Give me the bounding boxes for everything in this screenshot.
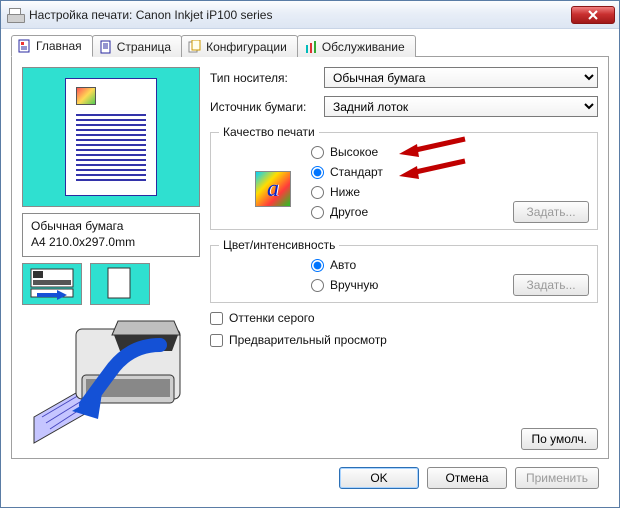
tab-config-icon — [188, 40, 202, 54]
tab-main[interactable]: Главная — [11, 35, 93, 57]
quality-low[interactable]: Ниже — [311, 185, 589, 199]
media-type-label: Тип носителя: — [210, 71, 318, 85]
quality-standard-label: Стандарт — [330, 165, 383, 179]
color-set-button[interactable]: Задать... — [513, 274, 589, 296]
close-button[interactable] — [571, 6, 615, 24]
quality-high-label: Высокое — [330, 145, 378, 159]
quality-low-radio[interactable] — [311, 186, 324, 199]
defaults-row: По умолч. — [210, 428, 598, 450]
media-info-line2: A4 210.0x297.0mm — [31, 234, 191, 250]
media-info-line1: Обычная бумага — [31, 218, 191, 234]
preview-column: Обычная бумага A4 210.0x297.0mm — [22, 67, 200, 450]
tab-page-icon — [99, 40, 113, 54]
color-manual-label: Вручную — [330, 278, 378, 292]
tab-panel-main: Обычная бумага A4 210.0x297.0mm — [11, 56, 609, 459]
quality-other-radio[interactable] — [311, 206, 324, 219]
preview-checkbox-row[interactable]: Предварительный просмотр — [210, 333, 598, 347]
tab-strip: Главная Страница Конфигурации Обслуживан… — [11, 35, 609, 57]
quality-group: Качество печати a Высокое Стандарт — [210, 125, 598, 230]
orientation-portrait[interactable] — [90, 263, 150, 305]
tab-page[interactable]: Страница — [92, 35, 182, 57]
orientation-row — [22, 263, 200, 305]
paper-source-label: Источник бумаги: — [210, 100, 318, 114]
client-area: Главная Страница Конфигурации Обслуживан… — [1, 29, 619, 507]
color-auto-label: Авто — [330, 258, 356, 272]
media-type-row: Тип носителя: Обычная бумага — [210, 67, 598, 88]
paper-source-select[interactable]: Задний лоток — [324, 96, 598, 117]
tab-config[interactable]: Конфигурации — [181, 35, 298, 57]
printer-illustration — [22, 315, 200, 445]
tab-page-label: Страница — [117, 40, 171, 54]
tab-main-icon — [18, 39, 32, 53]
color-auto-radio[interactable] — [311, 259, 324, 272]
grayscale-checkbox-row[interactable]: Оттенки серого — [210, 311, 598, 325]
defaults-button[interactable]: По умолч. — [521, 428, 598, 450]
media-info-box: Обычная бумага A4 210.0x297.0mm — [22, 213, 200, 257]
quality-low-label: Ниже — [330, 185, 360, 199]
tab-service-icon — [304, 40, 318, 54]
tab-config-label: Конфигурации — [206, 40, 287, 54]
quality-legend: Качество печати — [219, 125, 319, 139]
doc-page-icon — [65, 78, 157, 196]
preview-label: Предварительный просмотр — [229, 333, 387, 347]
tab-main-label: Главная — [36, 39, 82, 53]
quality-standard[interactable]: Стандарт — [311, 165, 589, 179]
printer-icon — [7, 8, 23, 22]
grayscale-checkbox[interactable] — [210, 312, 223, 325]
color-manual-radio[interactable] — [311, 279, 324, 292]
close-icon — [588, 10, 598, 20]
quality-high[interactable]: Высокое — [311, 145, 589, 159]
window-title: Настройка печати: Canon Inkjet iP100 ser… — [29, 8, 565, 22]
tab-service-label: Обслуживание — [322, 40, 405, 54]
preview-checkbox[interactable] — [210, 334, 223, 347]
orientation-envelope[interactable] — [22, 263, 82, 305]
dialog-window: Настройка печати: Canon Inkjet iP100 ser… — [0, 0, 620, 508]
titlebar: Настройка печати: Canon Inkjet iP100 ser… — [1, 1, 619, 29]
quality-set-button[interactable]: Задать... — [513, 201, 589, 223]
tab-service[interactable]: Обслуживание — [297, 35, 416, 57]
quality-icon: a — [255, 171, 291, 207]
quality-high-radio[interactable] — [311, 146, 324, 159]
quality-other-label: Другое — [330, 205, 368, 219]
quality-standard-radio[interactable] — [311, 166, 324, 179]
ok-button[interactable]: OK — [339, 467, 419, 489]
color-group: Цвет/интенсивность Авто Вручную Задать..… — [210, 238, 598, 303]
color-auto[interactable]: Авто — [311, 258, 589, 272]
page-preview — [22, 67, 200, 207]
footer-buttons: OK Отмена Применить — [11, 459, 609, 499]
paper-source-row: Источник бумаги: Задний лоток — [210, 96, 598, 117]
apply-button[interactable]: Применить — [515, 467, 599, 489]
color-legend: Цвет/интенсивность — [219, 238, 339, 252]
grayscale-label: Оттенки серого — [229, 311, 315, 325]
media-type-select[interactable]: Обычная бумага — [324, 67, 598, 88]
cancel-button[interactable]: Отмена — [427, 467, 507, 489]
settings-column: Тип носителя: Обычная бумага Источник бу… — [210, 67, 598, 450]
